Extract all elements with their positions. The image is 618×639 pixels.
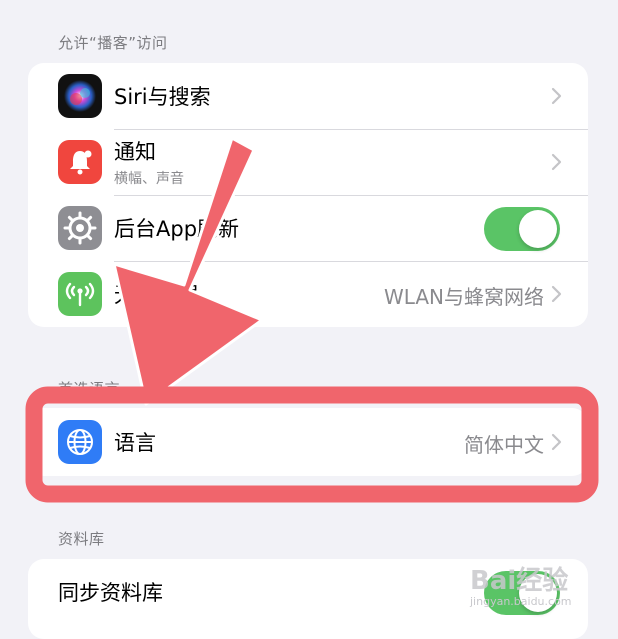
settings-row-notifications[interactable]: 通知 横幅、声音 [28,129,588,195]
section-header-preferred-language: 首选语言 [58,380,121,398]
section-header-library: 资料库 [58,530,105,548]
toggle-knob [519,210,557,248]
notifications-sublabel: 横幅、声音 [114,171,184,187]
chevron-right-icon [551,87,562,105]
chevron-right-icon [551,153,562,171]
language-label: 语言 [114,431,156,455]
section-header-allow-access: 允许“播客”访问 [58,34,168,52]
settings-row-wireless-data[interactable]: 无线数据 WLAN与蜂窝网络 [28,261,588,327]
chevron-right-icon [551,433,562,451]
wireless-label: 无线数据 [114,283,198,307]
baidu-watermark: Bai经验 jingyan.baidu.com [470,560,572,608]
globe-icon [58,420,102,464]
notifications-label: 通知 [114,140,156,164]
chevron-right-icon [551,285,562,303]
settings-group-access: Siri与搜索 通知 横幅、声音 后台App刷新 无线数据 WLAN与蜂窝网络 [28,63,588,327]
language-value: 简体中文 [464,433,544,457]
background-refresh-label: 后台App刷新 [114,217,240,241]
settings-group-language: 语言 简体中文 [28,408,588,476]
antenna-icon [58,272,102,316]
background-refresh-toggle[interactable] [484,207,560,251]
settings-row-background-refresh: 后台App刷新 [28,195,588,261]
siri-label: Siri与搜索 [114,85,211,109]
settings-row-siri[interactable]: Siri与搜索 [28,63,588,129]
gear-icon [58,206,102,250]
sync-library-label: 同步资料库 [58,581,163,605]
settings-row-language[interactable]: 语言 简体中文 [28,408,588,476]
siri-orb-icon [58,74,102,118]
wireless-value: WLAN与蜂窝网络 [383,285,544,309]
bell-icon [58,140,102,184]
watermark-brand: Bai经验 [470,566,569,596]
